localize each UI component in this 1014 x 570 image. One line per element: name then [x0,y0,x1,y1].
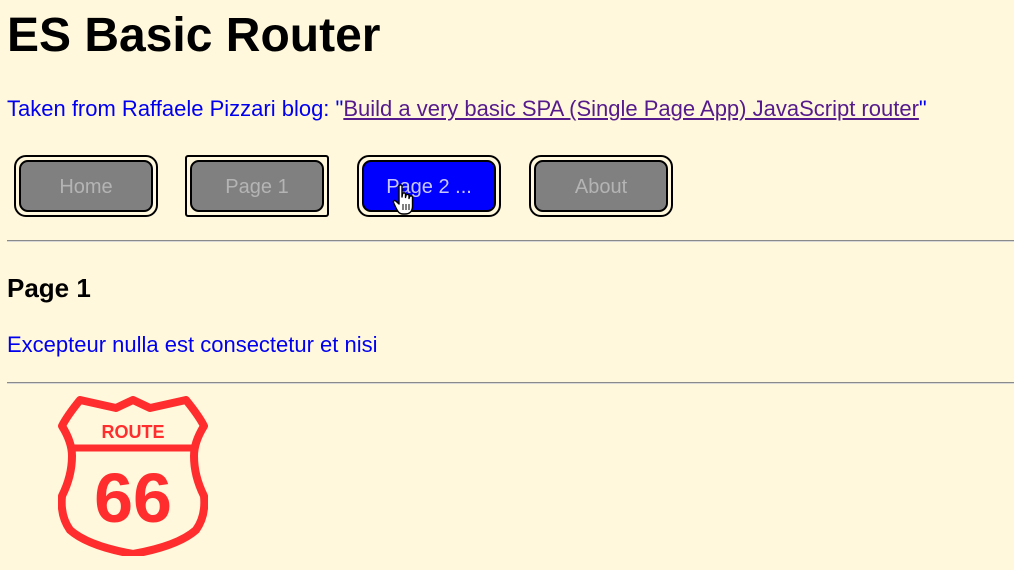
route-66-shield-logo: ROUTE 66 [58,396,208,556]
nav-button-label: About [534,160,668,212]
nav-button-label: Page 2 ... [362,160,496,212]
credit-line: Taken from Raffaele Pizzari blog: "Build… [7,95,927,123]
section-text: Excepteur nulla est consectetur et nisi [7,332,378,357]
divider-bottom [7,382,1014,384]
credit-suffix: " [918,96,927,121]
logo-route-text: ROUTE [102,422,165,442]
nav-button-home[interactable]: Home [14,155,158,217]
logo-number-text: 66 [94,459,172,537]
credit-prefix: Taken from Raffaele Pizzari blog: " [7,96,344,121]
nav-button-page-2[interactable]: Page 2 ... [357,155,501,217]
section-heading: Page 1 [7,273,91,303]
nav-button-label: Home [19,160,153,212]
nav-button-page-1[interactable]: Page 1 [185,155,329,217]
router-nav: Home Page 1 Page 2 ... About [14,155,714,221]
nav-button-about[interactable]: About [529,155,673,217]
nav-button-label: Page 1 [190,160,324,212]
credit-link[interactable]: Build a very basic SPA (Single Page App)… [343,96,919,121]
page-title: ES Basic Router [7,9,381,62]
divider-top [7,240,1014,242]
page: ES Basic Router Taken from Raffaele Pizz… [0,0,1014,570]
hand-pointer-cursor-icon [392,184,414,215]
